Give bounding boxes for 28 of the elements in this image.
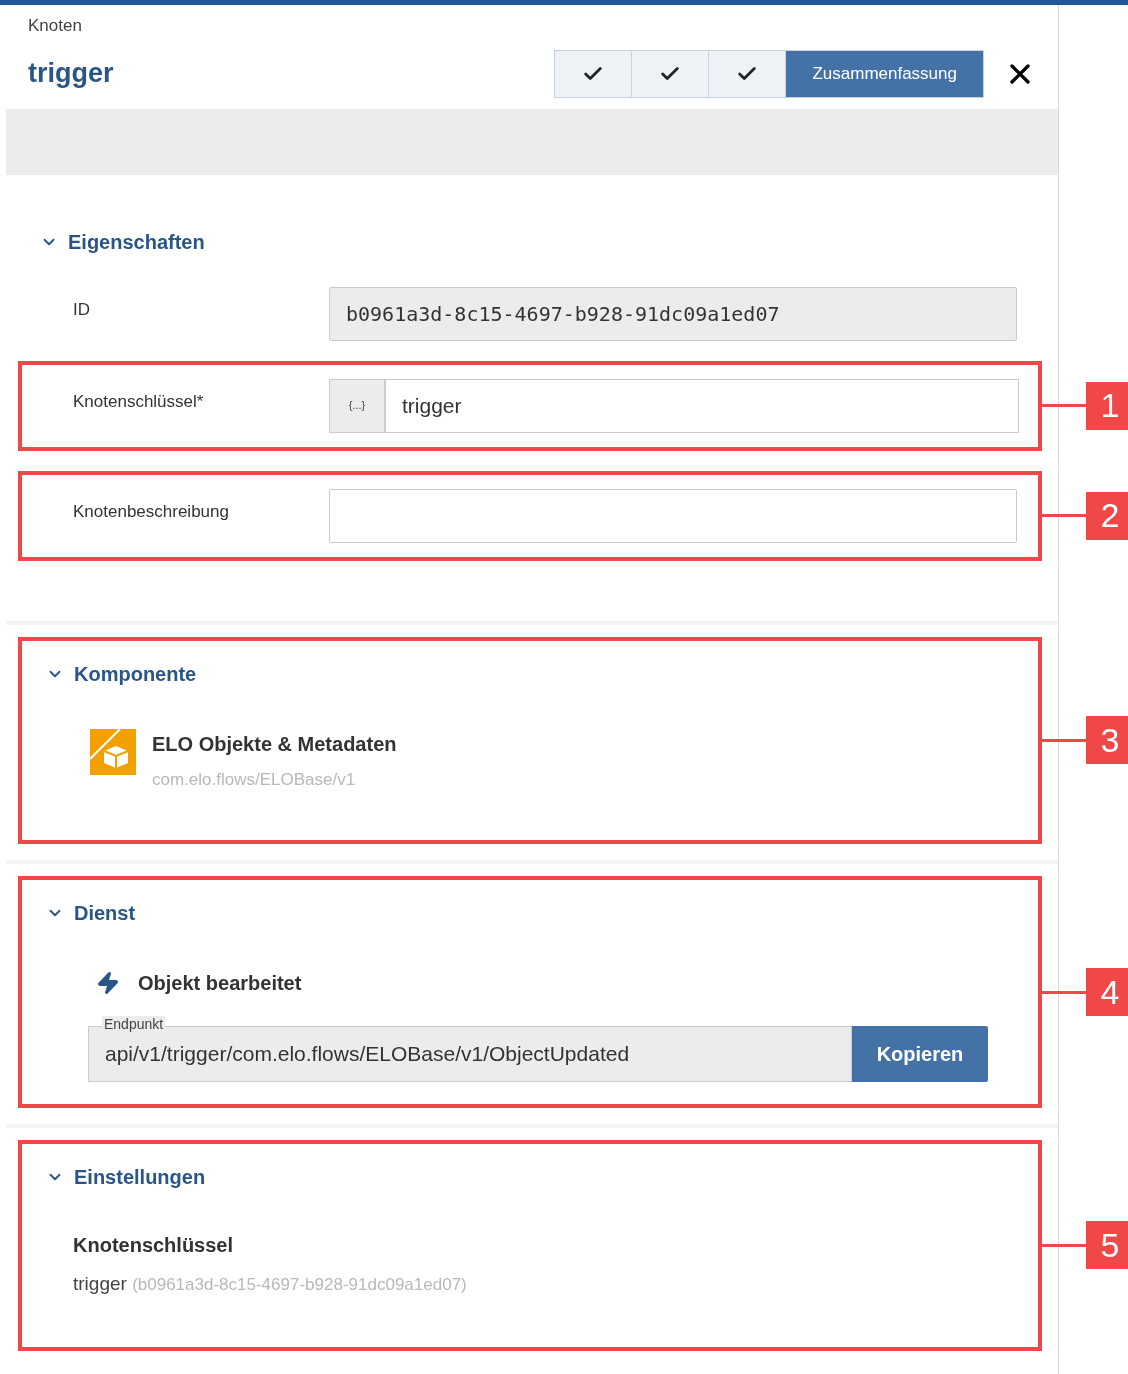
callout-number: 3 [1086, 716, 1128, 765]
callout-number: 2 [1086, 491, 1128, 540]
key-field[interactable]: trigger [385, 378, 1019, 433]
wizard-step[interactable]: Zusammenfassung [786, 50, 983, 97]
section-header[interactable]: Einstellungen [46, 1162, 206, 1192]
cube-logo-icon [90, 728, 136, 775]
setting-value: trigger (b0961a3d-8c15-4697-b928-91dc09a1ed07) [73, 1272, 468, 1296]
copy-button[interactable]: Kopieren [852, 1026, 988, 1082]
field-label: ID [73, 298, 91, 321]
lightning-icon [96, 971, 120, 995]
component-name: ELO Objekte & Metadaten [152, 731, 397, 757]
service-name: Objekt bearbeitet [138, 971, 302, 996]
endpoint-label: Endpunkt [102, 1016, 166, 1032]
callout-number: 4 [1086, 968, 1128, 1016]
section-header[interactable]: Dienst [46, 898, 136, 928]
callout-number: 1 [1086, 381, 1128, 430]
wizard-step[interactable] [709, 50, 787, 97]
expression-button[interactable]: {...} [329, 378, 385, 433]
setting-label: Knotenschlüssel [73, 1233, 235, 1258]
page-title: trigger [28, 57, 114, 91]
field-label: Knotenbeschreibung [73, 500, 230, 523]
field-label: Knotenschlüssel* [73, 390, 205, 413]
id-field[interactable]: b0961a3d-8c15-4697-b928-91dc09a1ed07 [329, 286, 1017, 341]
breadcrumb: Knoten [28, 16, 82, 35]
section-header[interactable]: Eigenschaften [40, 226, 205, 257]
component-path: com.elo.flows/ELOBase/v1 [152, 768, 357, 791]
callout-number: 5 [1086, 1221, 1128, 1270]
section-header[interactable]: Komponente [46, 658, 197, 689]
